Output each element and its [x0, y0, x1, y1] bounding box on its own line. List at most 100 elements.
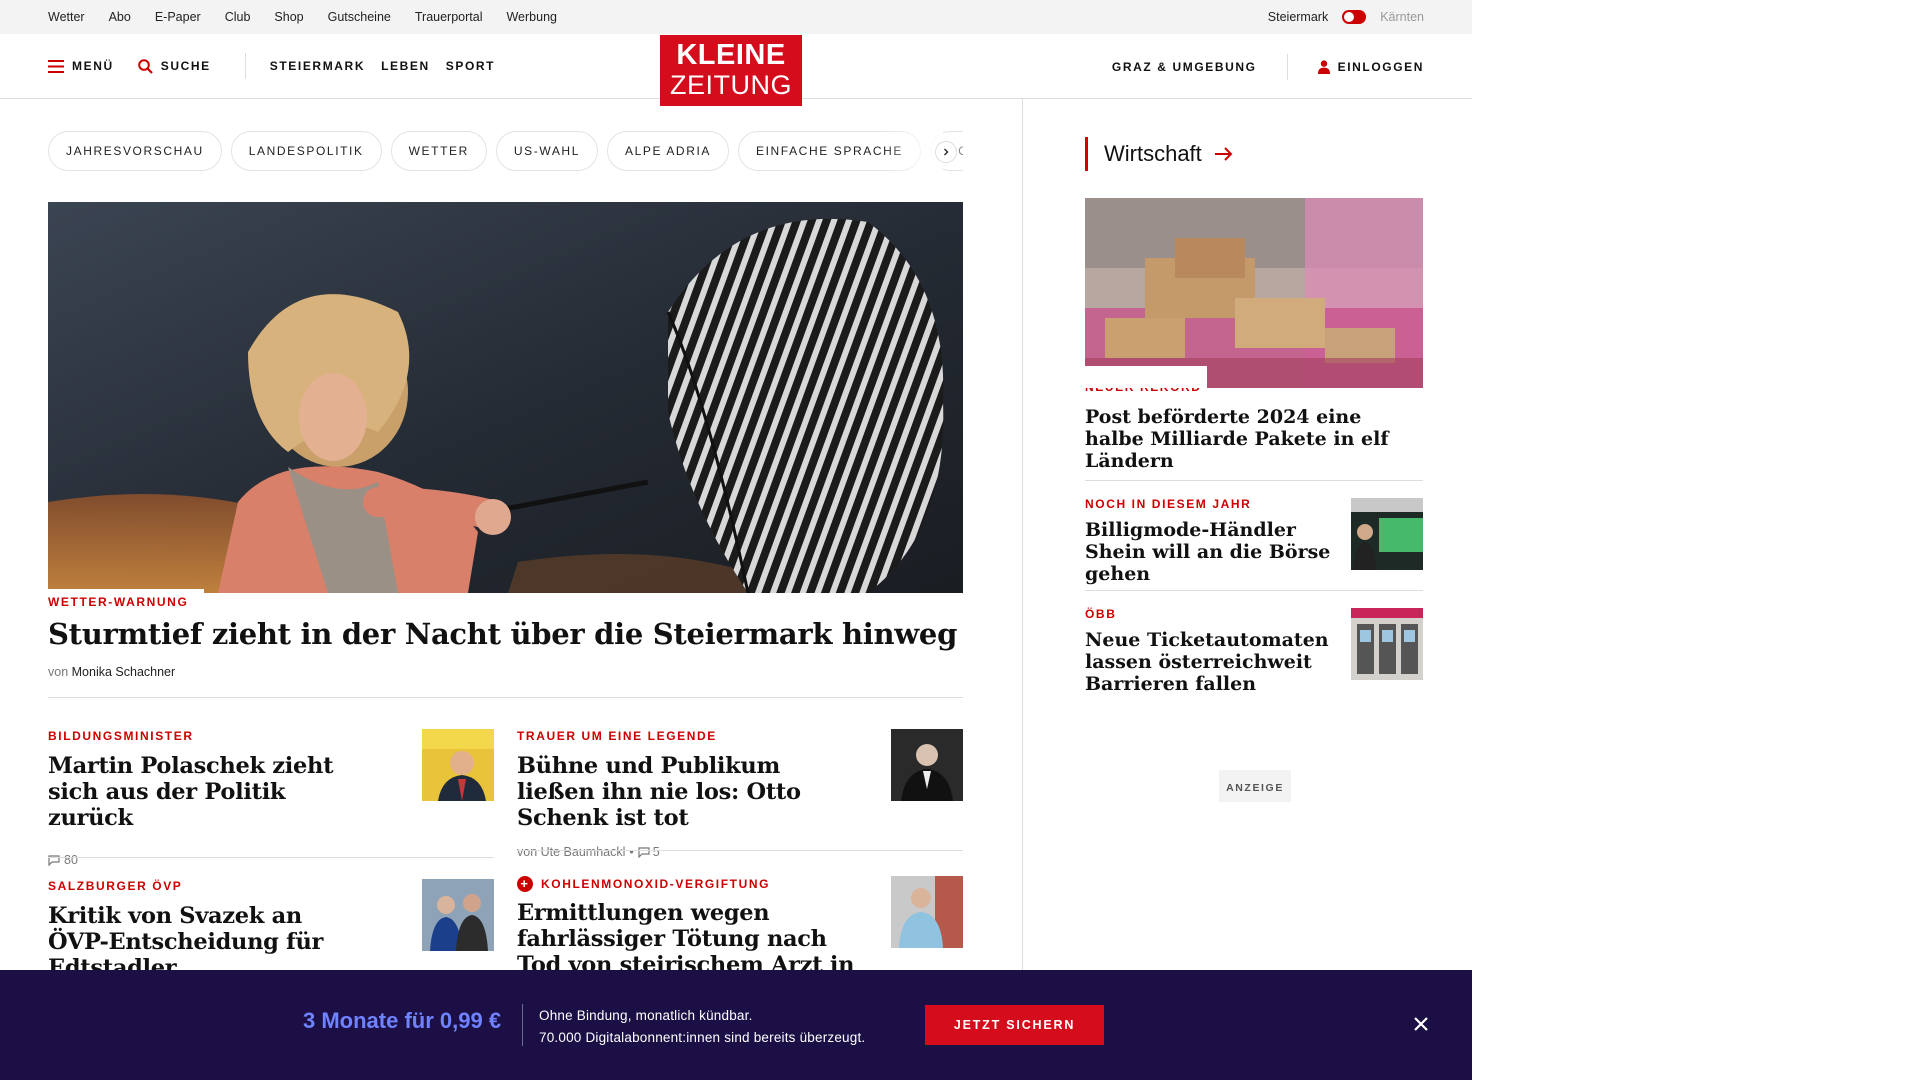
article-kicker-label: KOHLENMONOXID-VERGIFTUNG	[541, 877, 771, 891]
byline-prefix: von	[48, 665, 69, 679]
nav-divider-right	[1286, 53, 1288, 80]
hero-photo	[48, 202, 963, 593]
article-thumbnail	[891, 729, 963, 801]
nav-divider	[244, 53, 246, 79]
nav-link-leben[interactable]: LEBEN	[381, 59, 430, 73]
menu-label: MENÜ	[72, 59, 114, 73]
utility-link-wetter[interactable]: Wetter	[48, 10, 85, 24]
close-icon	[1414, 1017, 1428, 1031]
article-card[interactable]: BILDUNGSMINISTER Martin Polaschek zieht …	[48, 729, 494, 867]
nav-link-sport[interactable]: SPORT	[446, 59, 495, 73]
region-nav-link[interactable]: GRAZ & UMGEBUNG	[1112, 60, 1257, 74]
user-icon	[1317, 59, 1330, 74]
tag-jahresvorschau[interactable]: JAHRESVORSCHAU	[48, 130, 222, 171]
hero-author[interactable]: Monika Schachner	[72, 665, 176, 679]
region-toggle[interactable]	[1342, 10, 1367, 24]
promo-price: 3 Monate für 0,99 €	[303, 1008, 502, 1033]
login-button[interactable]: EINLOGGEN	[1317, 59, 1424, 74]
hero-image[interactable]	[48, 202, 963, 593]
article-thumbnail	[891, 876, 963, 948]
lead-title[interactable]: Post beförderte 2024 eine halbe Milliard…	[1085, 406, 1423, 472]
promo-line-1: Ohne Bindung, monatlich kündbar.	[539, 1008, 753, 1023]
chevron-right-icon	[944, 148, 949, 156]
comment-icon	[638, 846, 650, 858]
promo-text: Ohne Bindung, monatlich kündbar. 70.000 …	[539, 1005, 865, 1049]
utility-link-gutscheine[interactable]: Gutscheine	[328, 10, 391, 24]
sidebar-item[interactable]: ÖBB Neue Ticketautomaten lassen österrei…	[1085, 590, 1423, 730]
hero-kicker: WETTER-WARNUNG	[48, 589, 205, 611]
section-title: Wirtschaft	[1104, 141, 1202, 166]
login-label: EINLOGGEN	[1337, 59, 1424, 74]
nav-right: GRAZ & UMGEBUNG EINLOGGEN	[1112, 34, 1424, 99]
article-thumbnail	[422, 729, 494, 801]
sidebar: Wirtschaft NEUER REKORD Post beförderte …	[1085, 137, 1423, 730]
promo-divider	[522, 1004, 523, 1046]
utility-link-werbung[interactable]: Werbung	[506, 10, 557, 24]
article-card[interactable]: TRAUER UM EINE LEGENDE Bühne und Publiku…	[517, 729, 963, 859]
region-switch: Steiermark Kärnten	[1268, 10, 1424, 24]
tag-landespolitik[interactable]: LANDESPOLITIK	[230, 130, 382, 171]
card-divider	[517, 850, 963, 851]
sidebar-item-title[interactable]: Neue Ticketautomaten lassen österreichwe…	[1085, 629, 1335, 695]
hero-byline: von Monika Schachner	[48, 665, 963, 679]
site-logo[interactable]: KLEINE ZEITUNG	[660, 35, 802, 106]
article-title[interactable]: Martin Polaschek zieht sich aus der Poli…	[48, 753, 338, 831]
lead-image[interactable]	[1085, 198, 1423, 388]
section-heading[interactable]: Wirtschaft	[1085, 137, 1423, 171]
hero-divider	[48, 697, 963, 698]
tags-next-button[interactable]	[935, 141, 957, 163]
kicker-tab	[1085, 366, 1207, 388]
search-label: SUCHE	[160, 59, 211, 73]
article-thumbnail	[422, 879, 494, 951]
article-title[interactable]: Bühne und Publikum ließen ihn nie los: O…	[517, 753, 857, 831]
sidebar-item[interactable]: NOCH IN DIESEM JAHR Billigmode-Händler S…	[1085, 480, 1423, 590]
comment-count[interactable]: 80	[64, 853, 78, 867]
region-steiermark[interactable]: Steiermark	[1268, 10, 1328, 24]
logo-line-1: KLEINE	[676, 39, 786, 71]
nav-left: MENÜ SUCHE STEIERMARK LEBEN SPORT	[48, 53, 511, 79]
page: Wetter Abo E-Paper Club Shop Gutscheine …	[0, 0, 1920, 1080]
menu-button[interactable]: MENÜ	[48, 59, 114, 73]
utility-link-shop[interactable]: Shop	[274, 10, 303, 24]
nav-link-steiermark[interactable]: STEIERMARK	[270, 59, 365, 73]
logo-line-2: ZEITUNG	[670, 70, 792, 100]
region-kaernten[interactable]: Kärnten	[1380, 10, 1424, 24]
ad-label: ANZEIGE	[1219, 770, 1291, 802]
article-meta: 80	[48, 853, 494, 867]
empty-viewport-area	[1472, 0, 1920, 1080]
utility-bar: Wetter Abo E-Paper Club Shop Gutscheine …	[0, 0, 1472, 34]
main-nav: MENÜ SUCHE STEIERMARK LEBEN SPORT KLEINE…	[0, 34, 1472, 106]
meta-dot: •	[629, 845, 634, 859]
sidebar-item-title[interactable]: Billigmode-Händler Shein will an die Bör…	[1085, 519, 1335, 585]
subscription-banner: 3 Monate für 0,99 € Ohne Bindung, monatl…	[0, 970, 1472, 1080]
utility-link-trauerportal[interactable]: Trauerportal	[415, 10, 483, 24]
article-meta: von Ute Baumhackl • 5	[517, 845, 963, 859]
sidebar-item-thumbnail	[1351, 498, 1423, 570]
close-button[interactable]	[1410, 1013, 1432, 1035]
search-button[interactable]: SUCHE	[137, 58, 211, 74]
utility-link-epaper[interactable]: E-Paper	[155, 10, 201, 24]
tag-wetter[interactable]: WETTER	[390, 130, 487, 171]
promo-line-2: 70.000 Digitalabonnent:innen sind bereit…	[539, 1030, 866, 1045]
utility-link-abo[interactable]: Abo	[109, 10, 131, 24]
hero-title[interactable]: Sturmtief zieht in der Nacht über die St…	[48, 617, 963, 651]
topic-tags: JAHRESVORSCHAU LANDESPOLITIK WETTER US-W…	[48, 99, 963, 202]
parcels-photo	[1085, 198, 1423, 388]
utility-link-club[interactable]: Club	[225, 10, 251, 24]
arrow-right-icon	[1214, 147, 1233, 161]
toggle-knob	[1344, 12, 1355, 22]
subscribe-button[interactable]: JETZT SICHERN	[925, 1005, 1104, 1045]
tag-alpe-adria[interactable]: ALPE ADRIA	[606, 130, 729, 171]
tags-fade	[883, 129, 943, 174]
card-divider	[48, 857, 494, 858]
main-column: JAHRESVORSCHAU LANDESPOLITIK WETTER US-W…	[48, 99, 963, 1017]
sidebar-item-thumbnail	[1351, 608, 1423, 680]
comment-count[interactable]: 5	[653, 845, 660, 859]
search-icon	[137, 58, 153, 74]
plus-icon: +	[517, 876, 533, 892]
column-divider	[1022, 99, 1023, 1080]
tag-us-wahl[interactable]: US-WAHL	[495, 130, 598, 171]
article-author[interactable]: von Ute Baumhackl	[517, 845, 625, 859]
hamburger-icon	[48, 59, 64, 73]
utility-links: Wetter Abo E-Paper Club Shop Gutscheine …	[48, 10, 581, 24]
